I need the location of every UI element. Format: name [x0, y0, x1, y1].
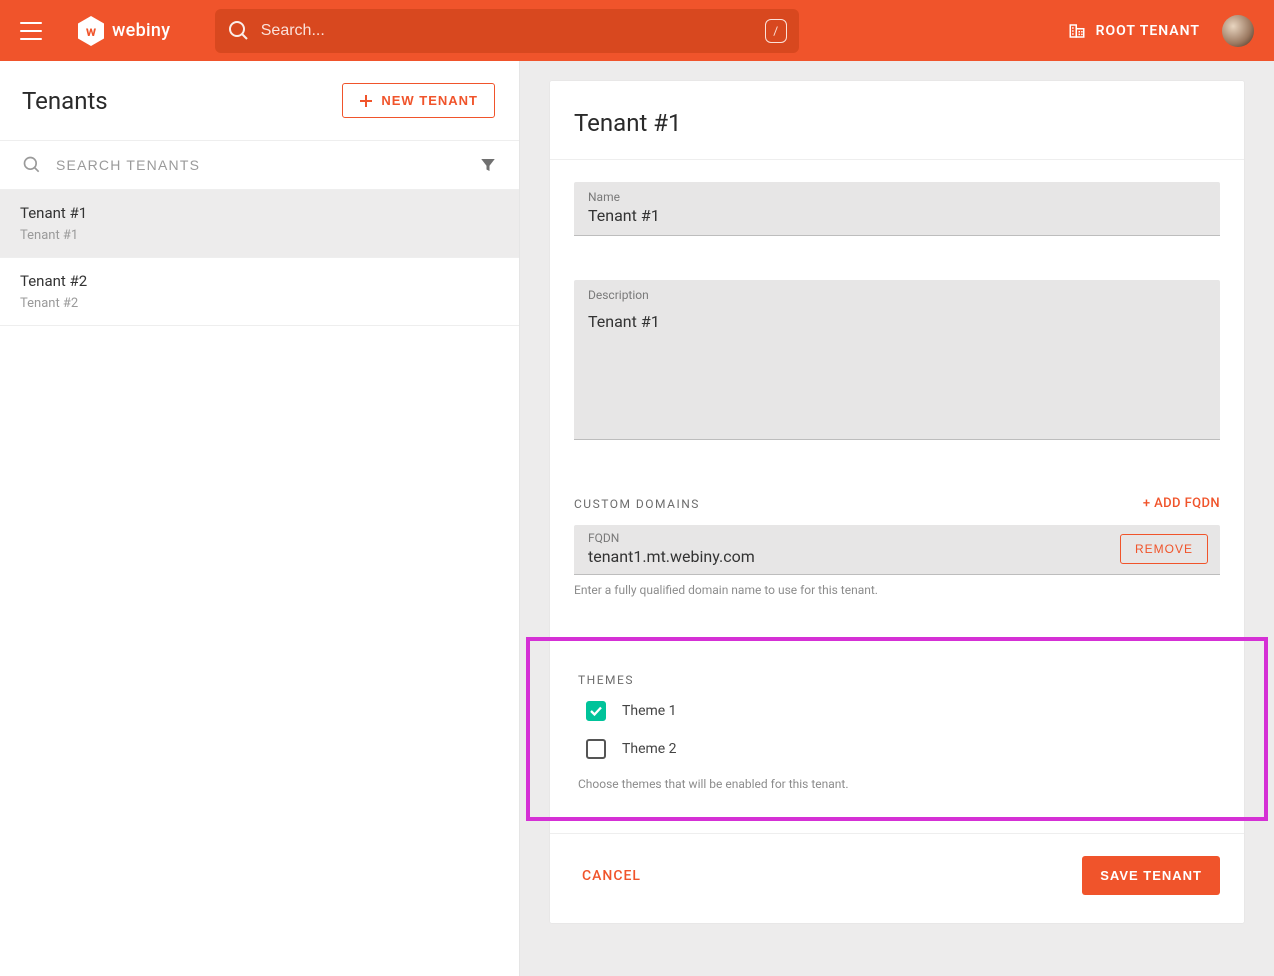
- check-icon: [589, 704, 603, 718]
- search-shortcut-badge: /: [765, 19, 787, 43]
- themes-hint: Choose themes that will be enabled for t…: [578, 777, 1224, 791]
- list-item-title: Tenant #1: [20, 204, 499, 222]
- page-title: Tenants: [22, 87, 108, 115]
- description-label: Description: [588, 288, 1206, 302]
- themes-section-label: THEMES: [578, 673, 1224, 687]
- cancel-button[interactable]: CANCEL: [582, 868, 641, 884]
- theme-2-checkbox[interactable]: [586, 739, 606, 759]
- name-value: Tenant #1: [588, 206, 1206, 225]
- new-tenant-label: NEW TENANT: [381, 93, 478, 108]
- domain-icon: [1068, 22, 1086, 40]
- root-tenant-selector[interactable]: ROOT TENANT: [1068, 22, 1200, 40]
- description-field[interactable]: Description Tenant #1: [574, 280, 1220, 440]
- themes-section-highlight: THEMES Theme 1 Theme 2: [526, 637, 1268, 821]
- webiny-logo-icon: w: [78, 16, 104, 46]
- theme-1-checkbox[interactable]: [586, 701, 606, 721]
- fqdn-field[interactable]: FQDN tenant1.mt.webiny.com REMOVE: [574, 525, 1220, 575]
- search-icon: [22, 155, 42, 175]
- theme-2-row[interactable]: Theme 2: [586, 739, 1224, 759]
- hamburger-icon[interactable]: [20, 22, 42, 40]
- content-area: Tenant #1 Name Tenant #1 Description Ten…: [520, 61, 1274, 976]
- description-value: Tenant #1: [588, 304, 1206, 331]
- svg-text:w: w: [86, 24, 97, 40]
- list-item-subtitle: Tenant #1: [20, 228, 499, 243]
- tenants-sidebar: Tenants NEW TENANT Tenant #1 Tenant #1 T…: [0, 61, 520, 976]
- fqdn-value: tenant1.mt.webiny.com: [588, 547, 1120, 566]
- list-item-title: Tenant #2: [20, 272, 499, 290]
- add-fqdn-button[interactable]: + ADD FQDN: [1143, 496, 1220, 511]
- plus-icon: [359, 94, 373, 108]
- theme-1-label: Theme 1: [622, 703, 677, 719]
- global-search[interactable]: /: [215, 9, 799, 53]
- tenants-search-input[interactable]: [54, 156, 467, 174]
- fqdn-hint: Enter a fully qualified domain name to u…: [574, 583, 1220, 597]
- root-tenant-label: ROOT TENANT: [1096, 23, 1200, 39]
- tenant-form-card: Tenant #1 Name Tenant #1 Description Ten…: [550, 81, 1244, 923]
- name-label: Name: [588, 190, 1206, 204]
- name-field[interactable]: Name Tenant #1: [574, 182, 1220, 236]
- search-icon: [227, 19, 251, 43]
- custom-domains-section-label: CUSTOM DOMAINS: [574, 497, 700, 511]
- fqdn-label: FQDN: [588, 531, 1120, 545]
- search-input[interactable]: [251, 22, 765, 40]
- theme-1-row[interactable]: Theme 1: [586, 701, 1224, 721]
- brand-text: webiny: [112, 20, 170, 41]
- list-item[interactable]: Tenant #1 Tenant #1: [0, 190, 519, 258]
- remove-fqdn-button[interactable]: REMOVE: [1120, 534, 1208, 564]
- list-item-subtitle: Tenant #2: [20, 296, 499, 311]
- form-title: Tenant #1: [574, 109, 1220, 137]
- brand[interactable]: w webiny: [78, 16, 170, 46]
- new-tenant-button[interactable]: NEW TENANT: [342, 83, 495, 118]
- theme-2-label: Theme 2: [622, 741, 677, 757]
- avatar[interactable]: [1222, 15, 1254, 47]
- topbar: w webiny / ROOT TENANT: [0, 0, 1274, 61]
- list-item[interactable]: Tenant #2 Tenant #2: [0, 258, 519, 326]
- filter-icon[interactable]: [479, 156, 497, 174]
- save-tenant-button[interactable]: SAVE TENANT: [1082, 856, 1220, 895]
